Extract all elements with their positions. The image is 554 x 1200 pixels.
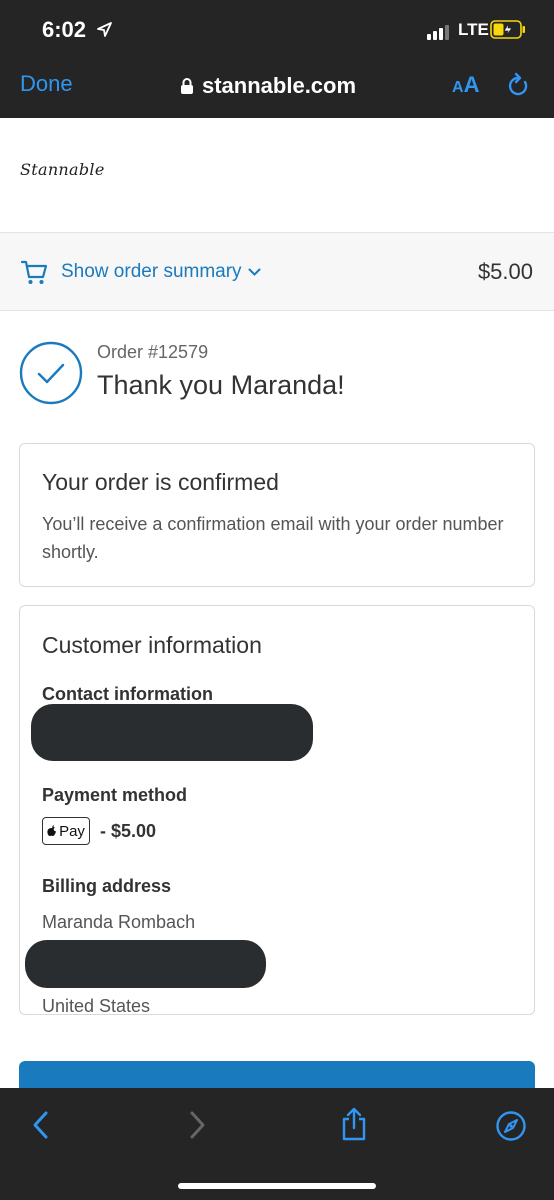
redacted-contact [31, 704, 313, 761]
location-arrow-icon [97, 22, 112, 37]
home-indicator[interactable] [178, 1183, 376, 1189]
show-order-summary-label: Show order summary [61, 261, 242, 282]
battery-charging-icon [490, 20, 525, 39]
shop-logo[interactable]: Stannable [20, 160, 105, 179]
apple-pay-badge: Pay [42, 817, 90, 845]
customer-information-card: Customer information Contact information… [19, 605, 535, 1016]
text-size-big-a: A [463, 72, 480, 97]
payment-method-row: Pay - $5.00 [42, 817, 156, 845]
payment-method-label: Payment method [42, 785, 188, 805]
show-order-summary-toggle[interactable]: Show order summary [61, 261, 261, 283]
chevron-down-icon [248, 268, 261, 276]
billing-address-label: Billing address [42, 876, 172, 896]
text-size-small-a: A [452, 79, 464, 96]
customer-information-heading: Customer information [42, 632, 262, 658]
network-type: LTE [458, 20, 489, 39]
checkmark-circle-icon [19, 341, 83, 405]
shop-header: Stannable [0, 118, 554, 232]
compass-icon[interactable] [495, 1110, 527, 1142]
signal-icon [427, 24, 453, 40]
done-button[interactable]: Done [20, 71, 73, 97]
order-summary-bar[interactable]: Show order summary $5.00 [0, 232, 554, 311]
url-text: stannable.com [202, 73, 357, 98]
url-bar[interactable]: stannable.com [180, 71, 356, 101]
redacted-street-address [25, 940, 266, 988]
order-confirmed-message: You’ll receive a confirmation email with… [42, 514, 504, 562]
billing-name: Maranda Rombach [42, 912, 196, 932]
forward-arrow-icon[interactable] [186, 1110, 208, 1140]
status-bar: 6:02 LTE [0, 0, 554, 62]
order-confirmed-heading: Your order is confirmed [42, 469, 279, 495]
share-icon[interactable] [340, 1106, 368, 1142]
browser-top-bar: Done stannable.com AA [0, 62, 554, 118]
thank-you-heading: Thank you Maranda! [97, 370, 345, 400]
payment-amount: - $5.00 [100, 820, 157, 841]
order-confirmed-card: Your order is confirmed You’ll receive a… [19, 443, 535, 587]
reload-icon[interactable] [505, 71, 531, 99]
apple-pay-label: Pay [59, 822, 85, 840]
back-arrow-icon[interactable] [30, 1110, 52, 1140]
order-number: Order #12579 [97, 342, 209, 362]
text-size-button[interactable]: AA [452, 72, 479, 98]
lock-icon [181, 78, 193, 94]
apple-logo-icon [47, 825, 57, 836]
status-time: 6:02 [42, 17, 87, 42]
cart-icon [20, 260, 48, 284]
order-total: $5.00 [477, 259, 533, 284]
billing-country: United States [42, 996, 151, 1016]
contact-information-label: Contact information [42, 684, 213, 704]
